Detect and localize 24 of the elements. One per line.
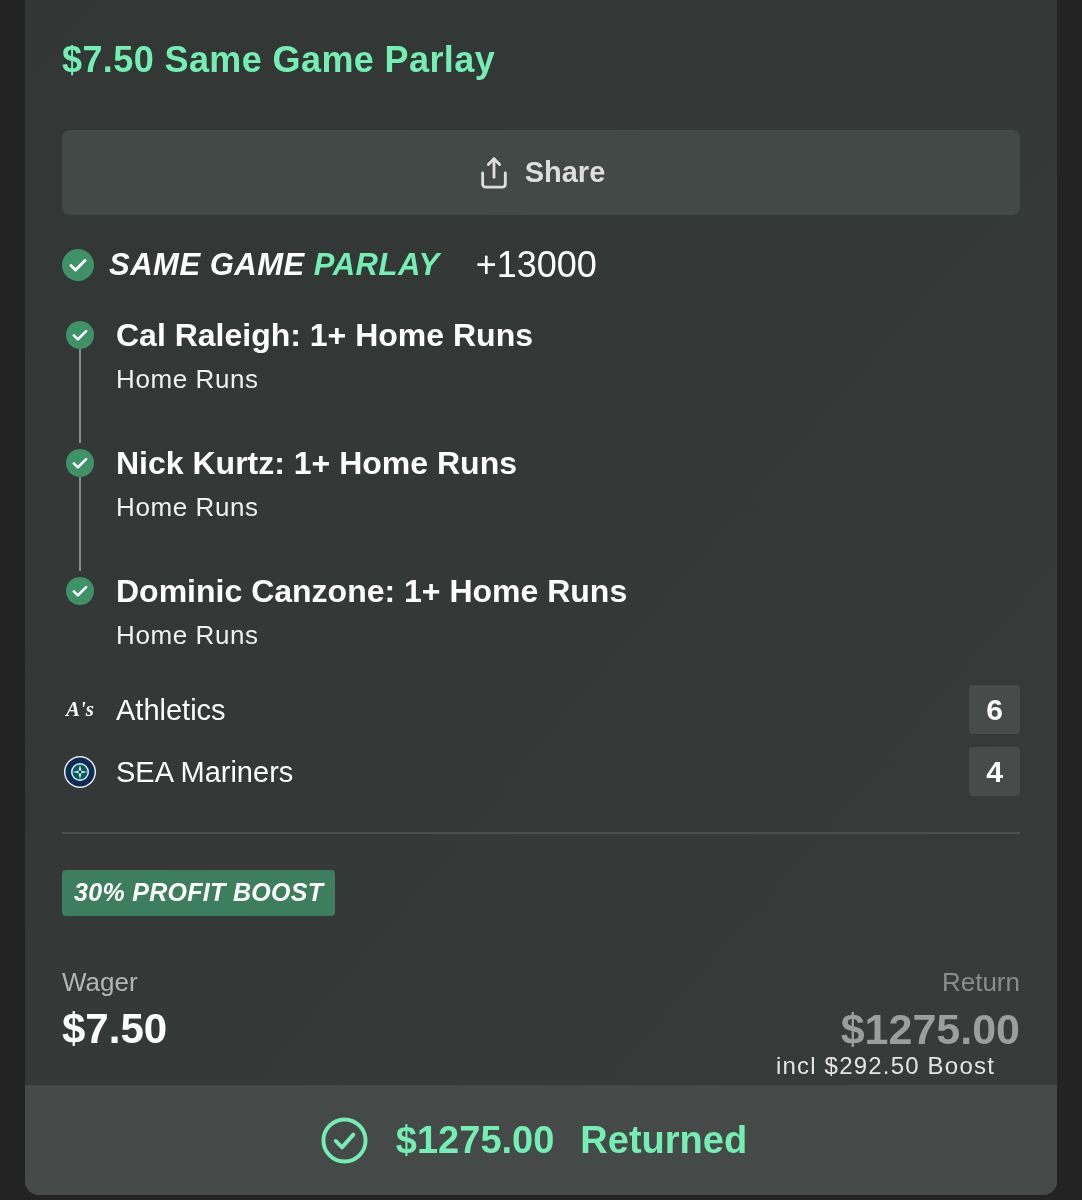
returned-label: Returned	[580, 1117, 748, 1163]
return-label: Return	[941, 966, 1020, 998]
share-button[interactable]: Share	[62, 130, 1020, 215]
leg-market: Home Runs	[116, 491, 259, 523]
wager-label: Wager	[62, 966, 138, 998]
return-amount: $1275.00	[840, 1006, 1020, 1052]
leg-market: Home Runs	[116, 619, 259, 651]
leg-selection: Dominic Canzone: 1+ Home Runs	[116, 572, 628, 611]
compass-logo-icon	[63, 754, 97, 789]
team-score: 6	[969, 685, 1020, 734]
leg-market: Home Runs	[116, 363, 259, 395]
parlay-heading: SAME GAME PARLAY	[109, 246, 440, 284]
leg-selection: Nick Kurtz: 1+ Home Runs	[116, 444, 517, 483]
team-logo: A's	[64, 696, 95, 723]
profit-boost-badge: 30% PROFIT BOOST	[62, 870, 336, 916]
bet-title: $7.50 Same Game Parlay	[62, 38, 496, 82]
boost-note: incl $292.50 Boost	[775, 1052, 995, 1080]
wager-amount: $7.50	[62, 1006, 168, 1052]
leg-selection: Cal Raleigh: 1+ Home Runs	[116, 316, 533, 355]
parlay-odds: +13000	[475, 245, 597, 285]
returned-amount: $1275.00	[395, 1117, 555, 1163]
team-name: Athletics	[116, 692, 226, 728]
team-name: SEA Mariners	[116, 754, 294, 790]
team-score: 4	[969, 747, 1020, 796]
